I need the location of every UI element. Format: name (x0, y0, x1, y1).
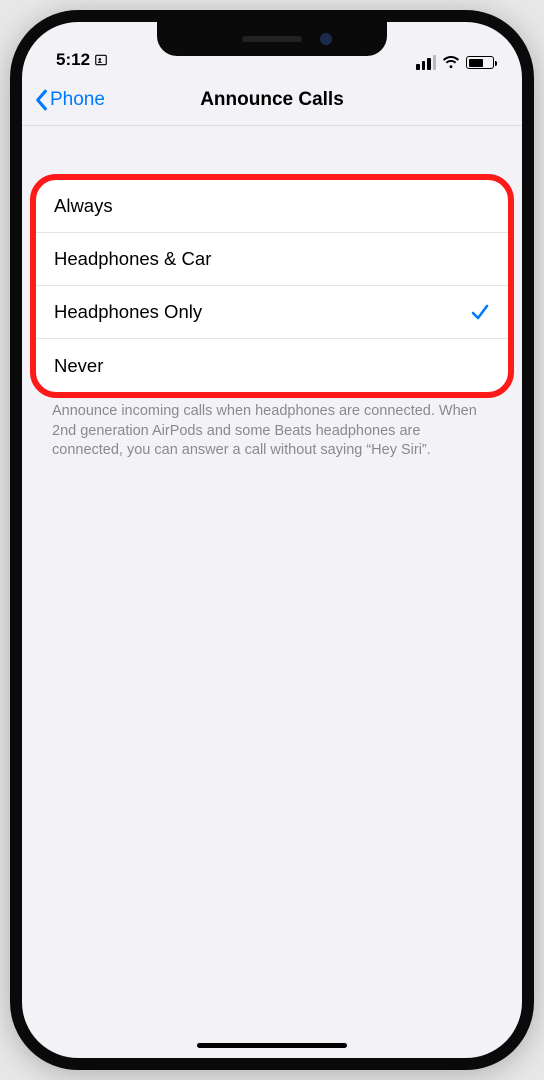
volume-up-button (10, 282, 12, 352)
back-label: Phone (50, 89, 105, 111)
options-list: Always Headphones & Car Headphones Only (36, 180, 508, 392)
option-label: Never (54, 355, 103, 377)
option-label: Headphones Only (54, 301, 202, 323)
home-indicator[interactable] (197, 1043, 347, 1048)
status-right (416, 55, 494, 70)
screen: 5:12 (22, 22, 522, 1058)
device-notch (157, 22, 387, 56)
checkmark-icon (470, 303, 490, 321)
option-label: Headphones & Car (54, 248, 211, 270)
silence-switch (10, 212, 12, 252)
option-always[interactable]: Always (36, 180, 508, 233)
option-headphones-and-car[interactable]: Headphones & Car (36, 233, 508, 286)
option-never[interactable]: Never (36, 339, 508, 392)
page-title: Announce Calls (200, 89, 344, 111)
back-button[interactable]: Phone (34, 74, 105, 125)
navigation-bar: Phone Announce Calls (22, 74, 522, 126)
volume-down-button (10, 372, 12, 442)
content-area: Always Headphones & Car Headphones Only (22, 126, 522, 461)
option-label: Always (54, 195, 113, 217)
cellular-signal-icon (416, 55, 436, 70)
status-left: 5:12 (56, 50, 108, 70)
options-group: Always Headphones & Car Headphones Only (36, 180, 508, 392)
contact-card-icon (94, 53, 108, 67)
earpiece-speaker (242, 36, 302, 42)
phone-device-frame: 5:12 (10, 10, 534, 1070)
status-time: 5:12 (56, 50, 90, 70)
battery-icon (466, 56, 494, 69)
option-headphones-only[interactable]: Headphones Only (36, 286, 508, 339)
power-button (532, 312, 534, 422)
footer-description: Announce incoming calls when headphones … (22, 392, 522, 461)
wifi-icon (442, 56, 460, 69)
chevron-left-icon (34, 89, 48, 111)
front-camera (320, 33, 332, 45)
